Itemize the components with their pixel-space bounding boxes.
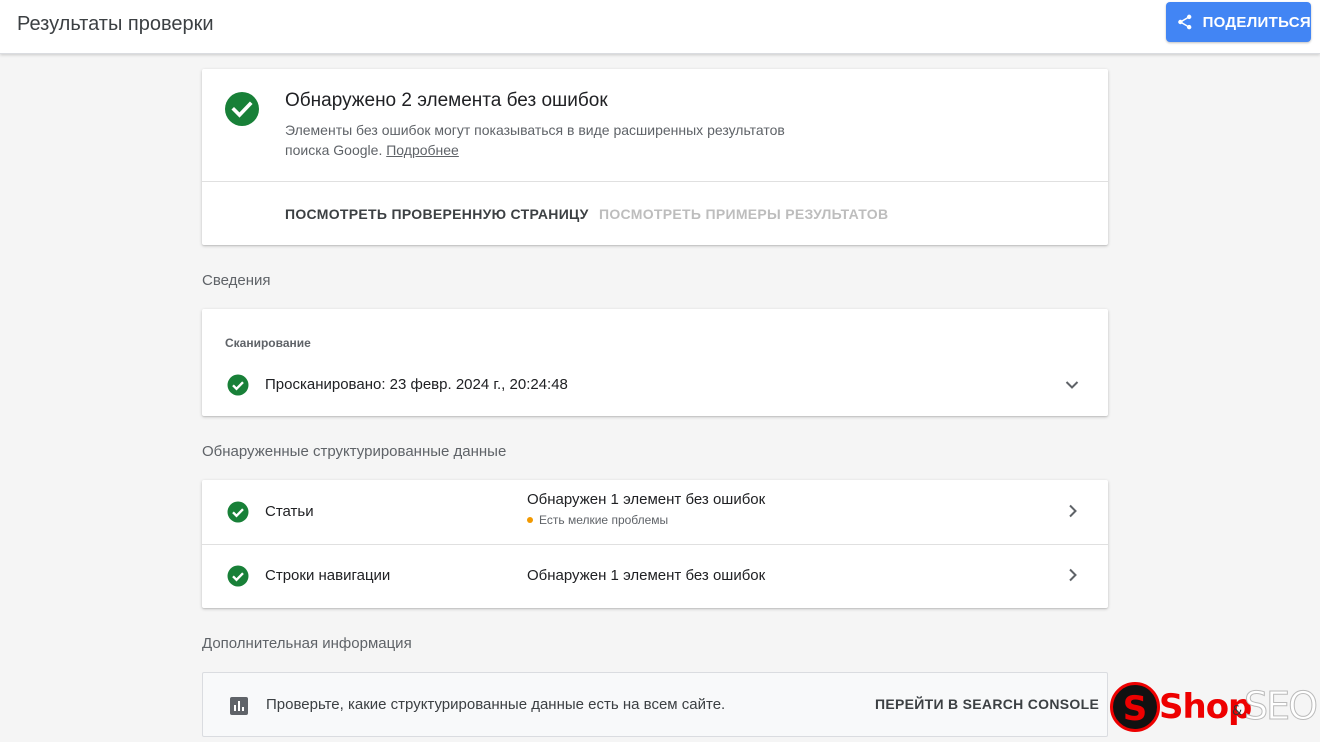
watermark-logo: S [1110,682,1160,732]
top-app-bar: Результаты проверки ПОДЕЛИТЬСЯ [0,0,1320,54]
watermark-logo-letter: S [1122,689,1148,729]
go-to-search-console-button[interactable]: ПЕРЕЙТИ В SEARCH CONSOLE [875,696,1099,712]
check-circle-icon [225,92,259,126]
share-icon [1178,14,1192,30]
section-label-details: Сведения [202,272,271,289]
chevron-down-icon[interactable] [1064,377,1080,393]
summary-description-line1: Элементы без ошибок могут показываться в… [285,122,785,138]
summary-title: Обнаружено 2 элемента без ошибок [285,90,608,111]
row-status: Обнаружен 1 элемент без ошибок [527,567,766,584]
crawl-timestamp: Просканировано: 23 февр. 2024 г., 20:24:… [265,376,568,393]
crawl-card[interactable]: Сканирование Просканировано: 23 февр. 20… [202,309,1108,416]
shop-seo-watermark: S Shop & SEO [1110,682,1319,734]
check-circle-icon [227,565,249,587]
watermark-seo: SEO [1243,684,1318,729]
check-circle-icon [227,374,249,396]
row-warning: Есть мелкие проблемы [527,513,668,527]
chevron-right-icon[interactable] [1066,567,1080,583]
structured-data-row-breadcrumbs[interactable]: Строки навигации Обнаружен 1 элемент без… [202,544,1108,608]
view-result-examples-button: ПОСМОТРЕТЬ ПРИМЕРЫ РЕЗУЛЬТАТОВ [599,206,889,222]
check-circle-icon [227,501,249,523]
bar-chart-icon [230,697,248,715]
share-button[interactable]: ПОДЕЛИТЬСЯ [1166,2,1311,42]
section-label-structured-data: Обнаруженные структурированные данные [202,443,507,460]
structured-data-card: Статьи Обнаружен 1 элемент без ошибок Ес… [202,480,1108,608]
summary-description: Элементы без ошибок могут показываться в… [285,120,865,160]
learn-more-link[interactable]: Подробнее [386,142,459,158]
section-label-additional-info: Дополнительная информация [202,635,412,652]
crawl-label: Сканирование [225,336,311,350]
structured-data-row-articles[interactable]: Статьи Обнаружен 1 элемент без ошибок Ес… [202,480,1108,545]
row-status: Обнаружен 1 элемент без ошибок [527,491,766,508]
row-name: Строки навигации [265,567,391,584]
summary-card: Обнаружено 2 элемента без ошибок Элемент… [202,69,1108,245]
chevron-right-icon[interactable] [1066,503,1080,519]
additional-info-text: Проверьте, какие структурированные данны… [266,696,726,713]
watermark-amp: & [1232,704,1243,719]
page-title: Результаты проверки [17,13,214,35]
row-warning-text: Есть мелкие проблемы [539,513,669,527]
warning-dot-icon [527,517,533,523]
additional-info-card: Проверьте, какие структурированные данны… [202,672,1108,737]
row-name: Статьи [265,503,314,520]
share-button-label: ПОДЕЛИТЬСЯ [1202,13,1311,31]
summary-description-line2: поиска Google. [285,142,387,158]
divider [202,181,1108,182]
view-tested-page-button[interactable]: ПОСМОТРЕТЬ ПРОВЕРЕННУЮ СТРАНИЦУ [285,206,589,222]
